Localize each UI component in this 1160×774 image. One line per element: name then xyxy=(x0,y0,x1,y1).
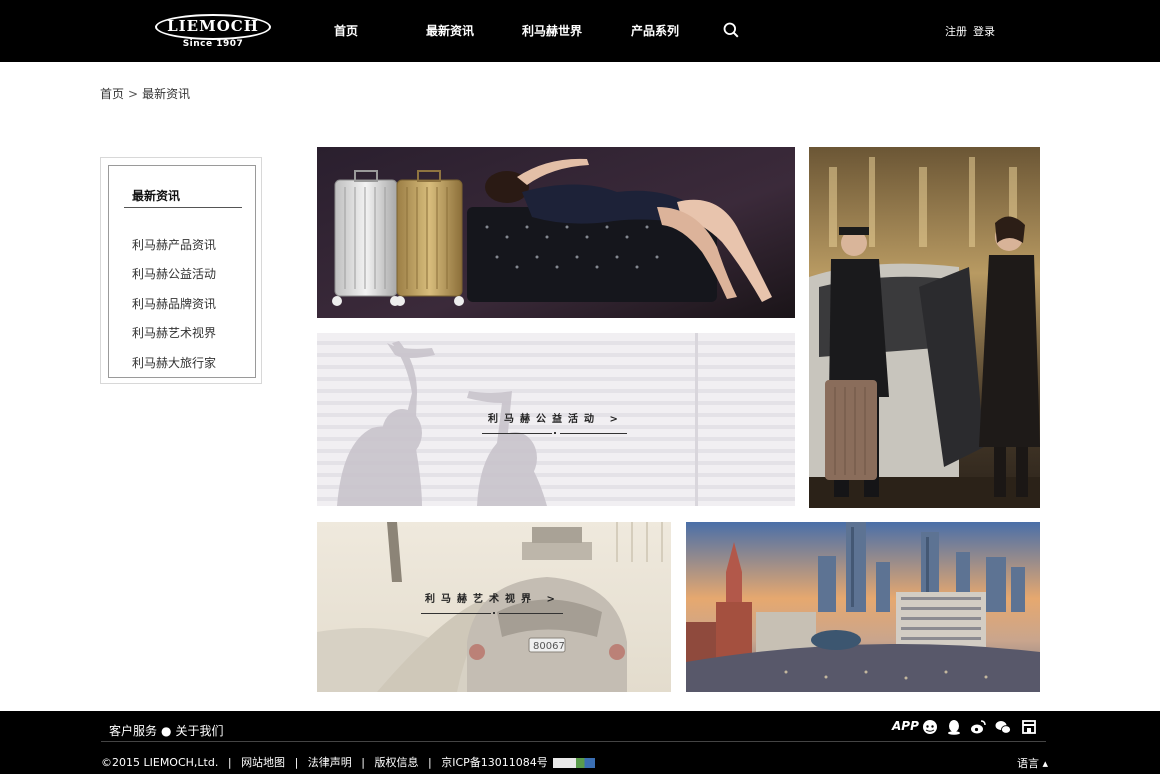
footer-about-us[interactable]: 关于我们 xyxy=(176,724,224,738)
tile-charity-underline-left xyxy=(482,433,552,434)
cnzz-badge[interactable] xyxy=(553,758,596,768)
city-skyline-photo xyxy=(686,522,1040,692)
weibo-icon[interactable] xyxy=(970,719,986,735)
footer-legal[interactable]: 法律声明 xyxy=(308,756,352,769)
register-link[interactable]: 注册 xyxy=(945,23,967,39)
tile-charity[interactable]: 利马赫公益活动 > xyxy=(317,333,795,506)
login-link[interactable]: 登录 xyxy=(973,23,995,39)
search-icon[interactable] xyxy=(723,22,739,38)
chauffeur-car-photo xyxy=(809,147,1040,508)
brand-logo[interactable]: LIEMOCH Since 1907 xyxy=(155,14,271,50)
qq-penguin-icon[interactable] xyxy=(946,719,962,735)
footer-separator: | xyxy=(227,756,232,769)
footer-separator: | xyxy=(294,756,299,769)
nav-home[interactable]: 首页 xyxy=(334,22,358,39)
sidebar-item-brand-news[interactable]: 利马赫品牌资讯 xyxy=(132,295,216,312)
tile-art-vision[interactable]: 80067 利马赫艺术视界 > xyxy=(317,522,671,692)
language-selector[interactable]: 语言 ▴ xyxy=(1017,755,1048,771)
tile-charity-underline-right xyxy=(560,433,627,434)
sidebar-frame: 最新资讯 利马赫产品资讯 利马赫公益活动 利马赫品牌资讯 利马赫艺术视界 利马赫… xyxy=(108,165,256,378)
nav-world[interactable]: 利马赫世界 xyxy=(522,22,582,39)
vintage-car-photo: 80067 xyxy=(317,522,671,692)
store-icon[interactable] xyxy=(1021,719,1037,735)
footer-primary-links: 客户服务 ● 关于我们 xyxy=(109,722,224,739)
tile-charity-label[interactable]: 利马赫公益活动 > xyxy=(488,410,624,425)
tile-art-underline-right xyxy=(499,613,563,614)
footer-bullet: ● xyxy=(161,724,172,738)
tile-art-label[interactable]: 利马赫艺术视界 > xyxy=(425,590,561,605)
footer-app-link[interactable]: APP xyxy=(892,719,919,733)
tile-charity-dot xyxy=(554,432,556,434)
sidebar-title: 最新资讯 xyxy=(132,189,181,203)
breadcrumb-separator: > xyxy=(128,87,139,101)
tile-traveler-city[interactable] xyxy=(686,522,1040,692)
footer-icp[interactable]: 京ICP备13011084号 xyxy=(441,756,548,769)
footer-legal-bar: ©2015 LIEMOCH,Ltd. | 网站地图 | 法律声明 | 版权信息 … xyxy=(101,754,596,770)
footer-divider xyxy=(101,741,1046,742)
logo-tagline: Since 1907 xyxy=(182,39,244,49)
tile-art-underline-left xyxy=(421,613,491,614)
wechat-icon[interactable] xyxy=(995,719,1011,735)
sidebar-divider xyxy=(124,207,242,208)
tile-product-luggage[interactable] xyxy=(317,147,795,318)
tile-art-dot xyxy=(493,612,495,614)
svg-text:80067: 80067 xyxy=(533,641,565,652)
footer-separator: | xyxy=(428,756,432,769)
sidebar-item-charity[interactable]: 利马赫公益活动 xyxy=(132,265,216,282)
sidebar-item-traveler[interactable]: 利马赫大旅行家 xyxy=(132,354,216,371)
news-sidebar: 最新资讯 利马赫产品资讯 利马赫公益活动 利马赫品牌资讯 利马赫艺术视界 利马赫… xyxy=(100,157,262,384)
breadcrumb: 首页 > 最新资讯 xyxy=(100,85,190,102)
footer-sitemap[interactable]: 网站地图 xyxy=(241,756,285,769)
breadcrumb-home[interactable]: 首页 xyxy=(100,87,124,101)
luggage-model-photo xyxy=(317,147,795,318)
breadcrumb-current: 最新资讯 xyxy=(142,87,191,101)
nav-news[interactable]: 最新资讯 xyxy=(426,22,474,39)
footer-copyright: ©2015 LIEMOCH,Ltd. xyxy=(101,756,219,769)
footer-separator: | xyxy=(361,756,365,769)
sidebar-item-product-news[interactable]: 利马赫产品资讯 xyxy=(132,236,216,253)
site-header: LIEMOCH Since 1907 首页 最新资讯 利马赫世界 产品系列 注册… xyxy=(0,0,1160,62)
chat-bubble-icon[interactable] xyxy=(922,719,938,735)
footer-rights[interactable]: 版权信息 xyxy=(375,756,419,769)
nav-products[interactable]: 产品系列 xyxy=(631,22,679,39)
tile-brand-chauffeur[interactable] xyxy=(809,147,1040,508)
sidebar-item-art[interactable]: 利马赫艺术视界 xyxy=(132,324,216,341)
site-footer: 客户服务 ● 关于我们 APP ©2015 LIEMOCH,Ltd. | 网站地图 … xyxy=(0,711,1160,774)
logo-wordmark: LIEMOCH xyxy=(167,17,259,35)
footer-customer-service[interactable]: 客户服务 xyxy=(109,724,157,738)
